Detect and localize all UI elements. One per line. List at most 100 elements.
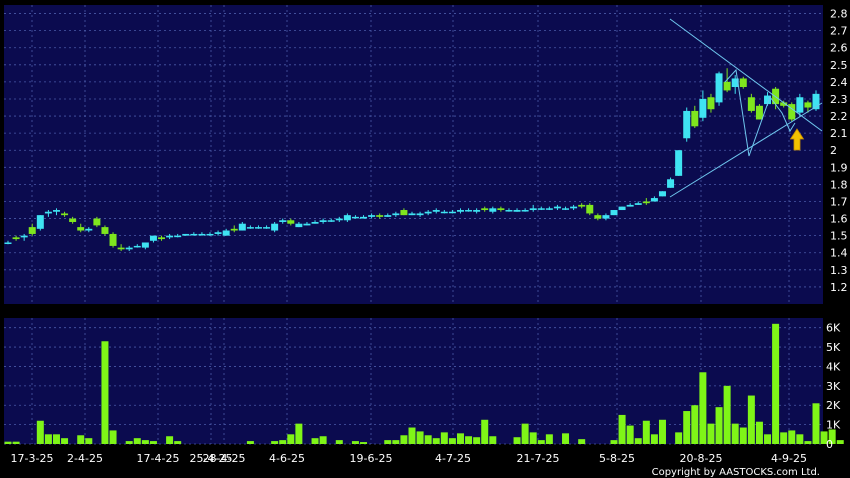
volume-bar: [101, 341, 109, 444]
candle-body: [295, 223, 303, 228]
x-tick-label: 4-7-25: [435, 452, 471, 465]
y-tick-label: 1.2: [830, 281, 848, 294]
candle-body: [529, 208, 537, 211]
volume-bar: [279, 440, 287, 444]
candle-body: [392, 213, 400, 216]
volume-bar: [747, 395, 755, 444]
volume-bar: [400, 435, 408, 444]
volume-bar: [52, 434, 60, 444]
volume-bar: [788, 430, 796, 444]
volume-bar: [287, 434, 295, 444]
candle-body: [739, 78, 747, 88]
x-tick-label: 4-6-25: [269, 452, 305, 465]
candle-body: [77, 227, 85, 231]
candle-body: [586, 204, 594, 214]
candle-body: [562, 208, 570, 210]
volume-bar: [675, 432, 683, 444]
candle-body: [456, 210, 464, 212]
candle-body: [182, 233, 190, 236]
y-tick-label: 1.5: [830, 230, 848, 243]
candle-body: [279, 220, 287, 222]
candle-body: [238, 223, 246, 231]
candle-body: [424, 211, 432, 214]
volume-tick-label: 6K: [826, 322, 841, 335]
candle-body: [489, 208, 497, 212]
x-tick-label: 19-6-25: [350, 452, 393, 465]
candle-body: [481, 208, 489, 211]
y-tick-label: 1.8: [830, 178, 848, 191]
candle-body: [174, 235, 182, 238]
volume-bar: [295, 423, 303, 444]
y-tick-label: 1.7: [830, 195, 848, 208]
candle-body: [12, 237, 20, 240]
volume-bar: [271, 441, 279, 444]
candle-body: [675, 150, 683, 176]
candle-body: [376, 215, 384, 217]
volume-bar: [513, 437, 521, 444]
candle-body: [311, 221, 319, 224]
volume-bar: [683, 411, 691, 444]
candle-body: [263, 227, 271, 229]
volume-bar: [610, 440, 618, 444]
volume-bar: [432, 438, 440, 444]
candle-body: [28, 227, 36, 234]
candle-body: [319, 220, 327, 222]
candle-body: [570, 206, 578, 209]
candle-body: [594, 215, 602, 219]
volume-bar: [246, 441, 254, 444]
candle-body: [618, 206, 626, 211]
y-axis-labels: 2.8 2.7 2.6 2.5 2.4 2.3 2.2 2.1 2 1.9 1.8 1.7 1.6 1.5…: [830, 8, 848, 294]
y-tick-label: 2.6: [830, 42, 848, 55]
candle-body: [327, 220, 335, 222]
x-tick-label: 2-4-25: [67, 452, 103, 465]
volume-tick-label: 0: [826, 438, 833, 451]
candle-body: [246, 227, 254, 229]
stock-chart: 2.8 2.7 2.6 2.5 2.4 2.3 2.2 2.1 2 1.9 1.8 1.7 1.6 1.5…: [4, 5, 848, 478]
candle-body: [109, 233, 117, 246]
volume-bar: [489, 436, 497, 444]
volume-bar: [772, 323, 780, 444]
volume-bar: [780, 432, 788, 444]
candle-body: [158, 237, 166, 240]
volume-bar: [319, 436, 327, 444]
candle-body: [650, 198, 658, 202]
volume-bar: [424, 435, 432, 444]
volume-bar: [650, 434, 658, 444]
candle-body: [384, 215, 392, 217]
candle-body: [351, 216, 359, 219]
volume-bar: [796, 434, 804, 444]
candle-body: [553, 206, 561, 209]
candle-body: [101, 227, 109, 234]
candle-body: [658, 191, 666, 197]
volume-bar: [85, 438, 93, 444]
candle-body: [52, 210, 60, 212]
candle-body: [755, 105, 763, 120]
candle-body: [715, 73, 723, 103]
candle-body: [198, 233, 206, 236]
x-tick-label: 28-4-25: [203, 452, 246, 465]
x-tick-label: 4-9-25: [771, 452, 807, 465]
y-tick-label: 2.1: [830, 127, 848, 140]
candle-body: [473, 210, 481, 212]
x-tick-label: 17-3-25: [11, 452, 54, 465]
volume-bar: [545, 434, 553, 444]
candle-body: [133, 245, 141, 248]
x-tick-label: 21-7-25: [517, 452, 560, 465]
candle-body: [230, 228, 238, 231]
volume-tick-label: 1K: [826, 419, 841, 432]
volume-bar: [691, 405, 699, 444]
y-tick-label: 1.3: [830, 264, 848, 277]
candle-body: [400, 210, 408, 216]
volume-bar: [529, 432, 537, 444]
candle-body: [20, 235, 28, 238]
candle-body: [93, 218, 101, 226]
volume-bar: [562, 433, 570, 444]
candle-body: [667, 179, 675, 188]
volume-bar: [149, 441, 157, 444]
volume-bar: [133, 438, 141, 444]
candle-body: [85, 228, 93, 231]
candle-body: [804, 102, 812, 108]
volume-bar: [12, 441, 20, 444]
candle-body: [465, 210, 473, 212]
candle-body: [206, 233, 214, 236]
